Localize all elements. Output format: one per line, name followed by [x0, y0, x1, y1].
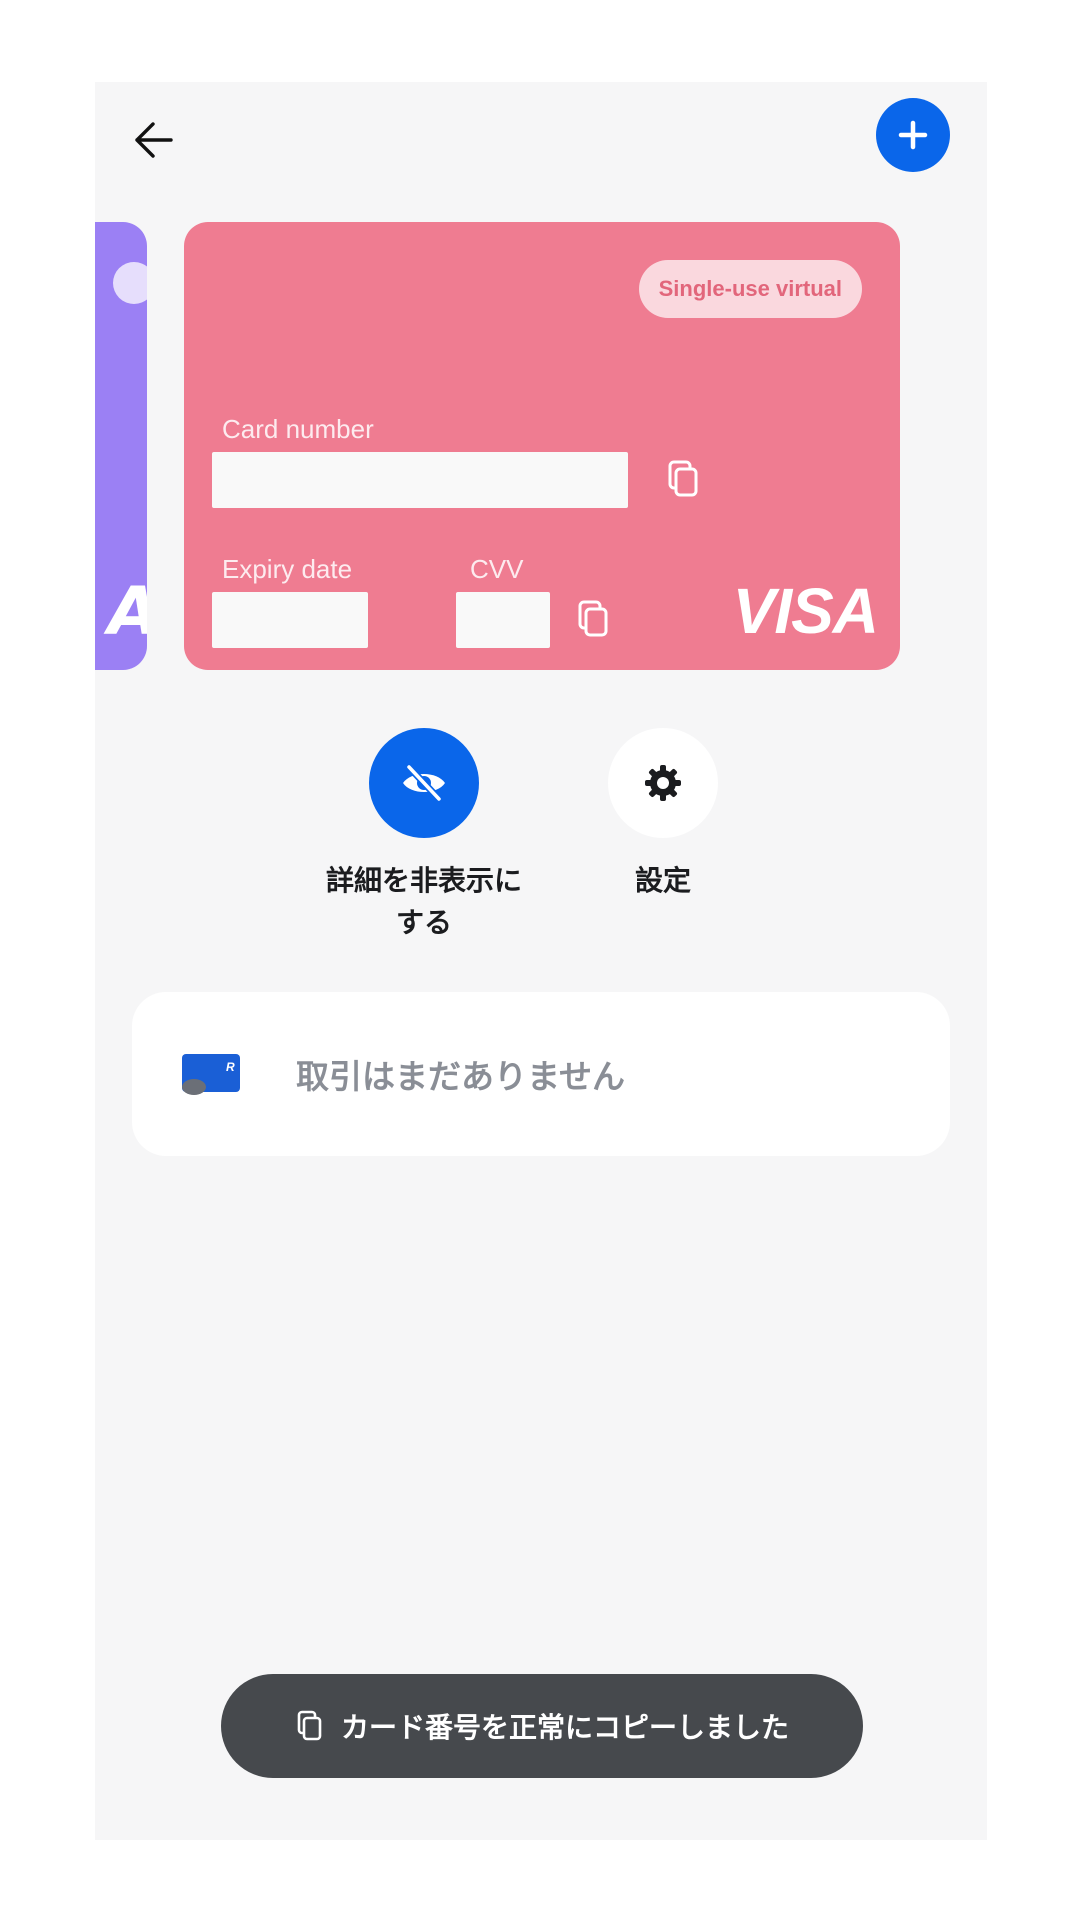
card-number-value	[212, 452, 628, 508]
expiry-date-label: Expiry date	[222, 554, 353, 584]
expiry-date-value	[212, 592, 368, 648]
previous-card-brand: A	[108, 573, 147, 650]
copy-card-number-button[interactable]	[664, 458, 704, 502]
hide-details-action: 詳細を非表示にする	[314, 728, 534, 944]
virtual-card[interactable]: Single-use virtual Card number Expiry da…	[184, 222, 900, 670]
previous-card[interactable]: A	[95, 222, 147, 670]
copy-success-toast: カード番号を正常にコピーしました	[221, 1674, 863, 1778]
plus-icon	[898, 120, 928, 150]
visa-logo: VISA	[732, 575, 879, 647]
copy-icon	[578, 600, 608, 637]
settings-button[interactable]	[608, 728, 718, 838]
settings-action: 設定	[553, 728, 773, 902]
hide-details-button[interactable]	[369, 728, 479, 838]
card-thumbnail-icon: R	[180, 1054, 242, 1096]
card-details-screen: A Single-use virtual Card number Expiry …	[95, 82, 987, 1840]
settings-label: 設定	[634, 864, 691, 897]
hide-details-label: 詳細を非表示にする	[325, 864, 522, 939]
back-button[interactable]	[125, 112, 181, 168]
gear-icon	[645, 765, 681, 801]
transactions-panel: R 取引はまだありません	[132, 992, 950, 1156]
card-number-label: Card number	[222, 414, 374, 444]
arrow-left-icon	[135, 122, 173, 158]
card-chip	[113, 262, 147, 304]
cvv-value	[456, 592, 550, 648]
copy-icon	[295, 1709, 325, 1743]
svg-text:R: R	[226, 1060, 235, 1074]
add-card-button[interactable]	[876, 98, 950, 172]
copy-cvv-button[interactable]	[574, 598, 614, 642]
eye-off-icon	[403, 763, 445, 803]
card-type-badge: Single-use virtual	[638, 260, 862, 318]
copy-icon	[668, 460, 698, 497]
no-transactions-text: 取引はまだありません	[296, 1057, 626, 1096]
cvv-label: CVV	[470, 554, 524, 584]
toast-text: カード番号を正常にコピーしました	[340, 1711, 789, 1744]
